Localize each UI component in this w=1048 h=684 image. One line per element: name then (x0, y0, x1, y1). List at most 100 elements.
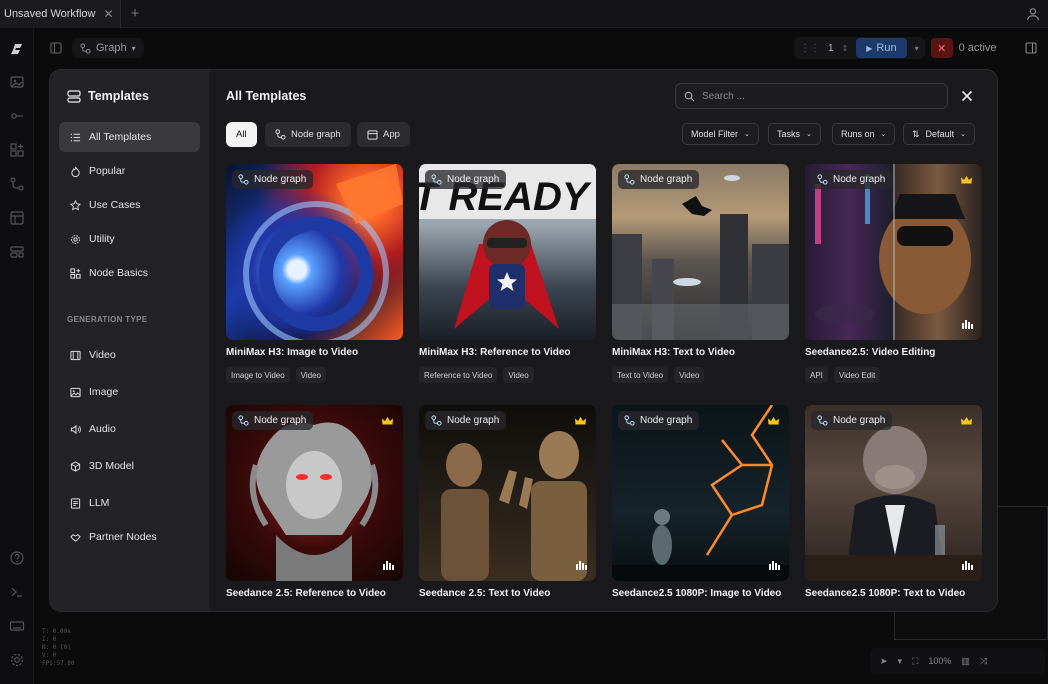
node-graph-icon (275, 129, 286, 140)
node-graph-badge: Node graph (811, 411, 893, 430)
workflows-icon[interactable] (9, 176, 25, 192)
badge-label: Node graph (640, 415, 693, 426)
sidebar-item-node-basics[interactable]: Node Basics (59, 258, 200, 288)
tag[interactable]: Reference to Video (419, 367, 498, 383)
run-options-icon[interactable]: ▾ (915, 44, 919, 53)
template-card[interactable]: Node graph Seedance2.5 1080P: Image to V… (612, 405, 789, 599)
graph-mode-button[interactable]: Graph ▾ (72, 38, 144, 58)
drag-handle-icon[interactable]: ⋮⋮ (800, 43, 820, 54)
app-icon (367, 129, 378, 140)
template-card[interactable]: T READY Node graph MiniMax H3: Reference… (419, 164, 596, 383)
node-library-icon[interactable] (9, 108, 25, 124)
audio-bars-icon (383, 561, 394, 570)
image-library-icon[interactable] (9, 74, 25, 90)
link-visibility-icon[interactable]: ⤨ (980, 656, 987, 667)
add-tab-icon[interactable]: + (131, 5, 140, 22)
user-icon[interactable] (1026, 7, 1040, 21)
filter-chip-app[interactable]: App (357, 122, 410, 147)
map-icon[interactable]: ▥ (961, 656, 970, 667)
left-rail (0, 28, 34, 684)
template-card[interactable]: Node graph Seedance2.5: Video Editing AP… (805, 164, 982, 383)
template-card[interactable]: Node graph MiniMax H3: Text to Video Tex… (612, 164, 789, 383)
sidebar-item-all-templates[interactable]: All Templates (59, 122, 200, 152)
tag[interactable]: API (805, 367, 828, 383)
search-box[interactable] (675, 83, 948, 109)
node-graph-icon (238, 174, 249, 185)
close-icon[interactable] (960, 89, 974, 103)
template-card[interactable]: Node graph Seedance2.5 1080P: Text to Vi… (805, 405, 982, 599)
run-button[interactable]: ▶ Run (856, 38, 907, 58)
model-filter-dropdown[interactable]: Model Filter ⌄ (682, 123, 759, 145)
thumbnail-art: T READY (419, 164, 596, 329)
chip-label: App (383, 129, 400, 140)
crown-icon (961, 176, 972, 184)
sidebar-item-use-cases[interactable]: Use Cases (59, 190, 200, 220)
model-library-icon[interactable] (9, 142, 25, 158)
pointer-icon[interactable]: ➤ (880, 656, 888, 667)
stop-button[interactable]: ✕ (930, 38, 953, 58)
node-graph-badge: Node graph (232, 411, 314, 430)
stat-fps: FPS:57.80 (42, 660, 75, 667)
thumbnail-art (249, 422, 379, 581)
chevron-down-icon: ⌄ (880, 131, 887, 138)
sidebar-item-image[interactable]: Image (59, 377, 200, 407)
template-card[interactable]: Node graph MiniMax H3: Image to Video Im… (226, 164, 403, 383)
template-thumbnail: Node graph (612, 405, 789, 581)
sidebar-item-llm[interactable]: LLM (59, 488, 200, 518)
templates-icon[interactable] (9, 210, 25, 226)
fit-view-icon[interactable]: ⛶ (912, 656, 918, 667)
node-graph-badge: Node graph (425, 170, 507, 189)
sidebar-item-popular[interactable]: Popular (59, 156, 200, 186)
sidebar-item-label: All Templates (89, 131, 152, 143)
crown-icon (382, 417, 393, 425)
template-card[interactable]: Node graph Seedance 2.5: Text to Video (419, 405, 596, 599)
zoom-level[interactable]: 100% (928, 656, 951, 666)
node-graph-badge: Node graph (232, 170, 314, 189)
sidebar-item-video[interactable]: Video (59, 340, 200, 370)
tag[interactable]: Video (295, 367, 326, 383)
card-title: Seedance 2.5: Reference to Video (226, 588, 386, 599)
runs-on-dropdown[interactable]: Runs on ⌄ (832, 123, 896, 145)
audio-bars-icon (576, 561, 587, 570)
badge-label: Node graph (640, 174, 693, 185)
tag[interactable]: Video (674, 367, 705, 383)
template-thumbnail: Node graph (805, 164, 982, 340)
panel-toggle-icon[interactable] (50, 42, 62, 54)
chip-label: Node graph (291, 129, 341, 140)
active-count: 0 active (958, 42, 997, 54)
template-card[interactable]: Node graph Seedance 2.5: Reference to Vi… (226, 405, 403, 599)
sidebar-item-label: Use Cases (89, 199, 141, 211)
right-panel-icon[interactable] (1024, 42, 1037, 54)
chevron-down-icon[interactable]: ▾ (898, 656, 903, 667)
thumbnail-art (612, 405, 789, 581)
sort-dropdown[interactable]: ⇅ Default ⌄ (903, 123, 975, 145)
sidebar-item-audio[interactable]: Audio (59, 414, 200, 444)
tasks-dropdown[interactable]: Tasks ⌄ (768, 123, 821, 145)
close-tab-icon[interactable]: ✕ (104, 7, 114, 21)
logo-icon[interactable] (9, 41, 25, 57)
card-title: Seedance 2.5: Text to Video (419, 588, 551, 599)
apps-icon[interactable] (9, 244, 25, 260)
tag[interactable]: Video (503, 367, 534, 383)
tag[interactable]: Image to Video (226, 367, 290, 383)
cube-icon (70, 460, 81, 472)
stepper-icon[interactable]: ⇕ (842, 44, 849, 53)
settings-icon[interactable] (9, 652, 25, 668)
filter-chip-all[interactable]: All (226, 122, 257, 147)
graph-icon (80, 42, 91, 54)
filter-chip-node-graph[interactable]: Node graph (265, 122, 351, 147)
tag[interactable]: Video Edit (833, 367, 881, 383)
queue-count[interactable]: 1 (828, 43, 834, 54)
search-input[interactable] (702, 90, 922, 102)
node-graph-icon (817, 174, 828, 185)
sidebar-item-3d-model[interactable]: 3D Model (59, 451, 200, 481)
sidebar-item-partner-nodes[interactable]: Partner Nodes (59, 522, 200, 552)
terminal-icon[interactable] (9, 584, 25, 600)
sort-icon: ⇅ (912, 128, 920, 139)
keyboard-icon[interactable] (9, 618, 25, 634)
thumbnail-art (441, 431, 587, 581)
tag[interactable]: Text to Video (612, 367, 669, 383)
help-icon[interactable] (9, 550, 25, 566)
workflow-tab[interactable]: Unsaved Workflow ✕ (0, 0, 121, 28)
sidebar-item-utility[interactable]: Utility (59, 224, 200, 254)
